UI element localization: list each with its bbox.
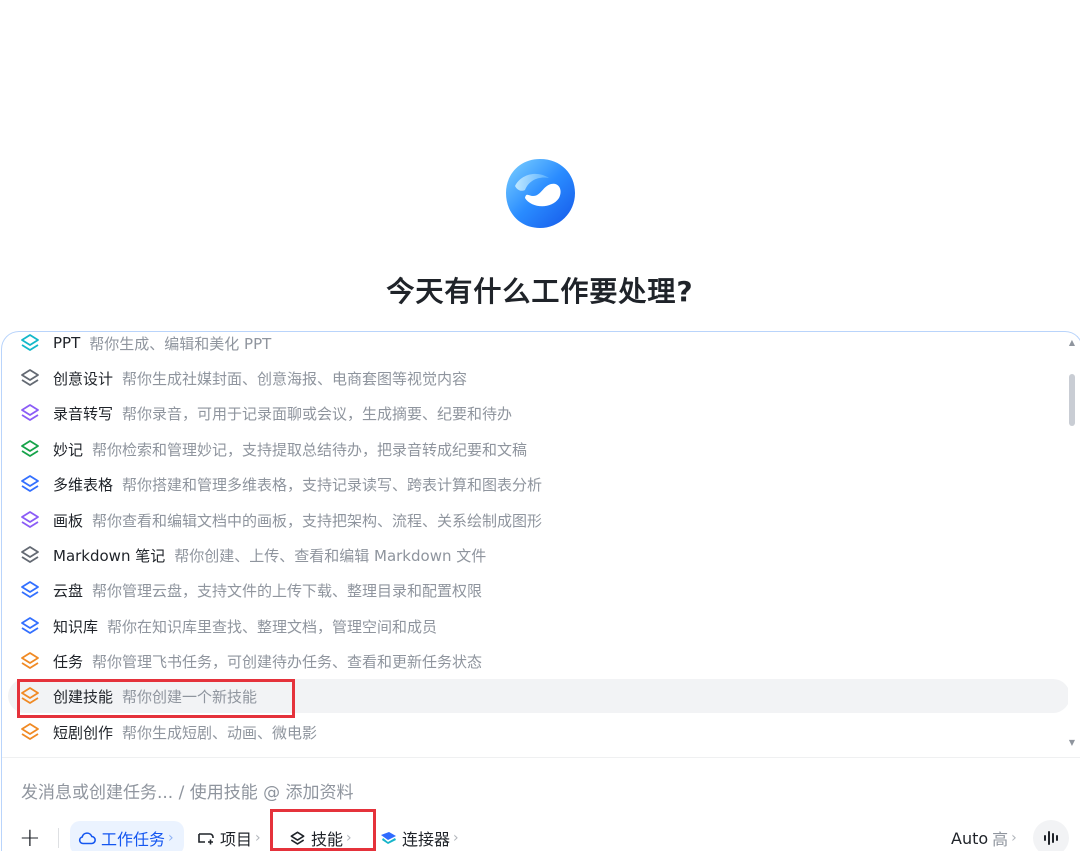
skill-item[interactable]: Markdown 笔记 帮你创建、上传、查看和编辑 Markdown 文件 — [8, 538, 1068, 572]
plus-icon[interactable]: + — [19, 820, 41, 851]
work-task-button[interactable]: 工作任务 › — [70, 821, 184, 851]
skill-item[interactable]: 妙记 帮你检索和管理妙记，支持提取总结待办，把录音转成纪要和文稿 — [8, 432, 1068, 466]
scrollbar[interactable]: ▲ ▼ — [1067, 332, 1077, 757]
skill-name: 知识库 — [53, 617, 99, 636]
layers-icon — [19, 402, 41, 424]
project-button[interactable]: 项目 › — [197, 820, 261, 851]
layers-icon — [19, 721, 41, 743]
layers-icon — [19, 438, 41, 460]
layers-icon — [19, 544, 41, 566]
chevron-right-icon: › — [453, 830, 459, 846]
work-task-label: 工作任务 — [101, 830, 166, 849]
app-logo — [506, 159, 575, 228]
divider — [2, 757, 1080, 758]
cloud-icon — [78, 832, 96, 845]
connector-icon — [381, 832, 396, 844]
scroll-thumb[interactable] — [1069, 374, 1075, 426]
project-label: 项目 — [220, 830, 253, 849]
skill-description: 帮你在知识库里查找、整理文档，管理空间和成员 — [107, 617, 438, 636]
level-label: 高 — [992, 830, 1009, 849]
chevron-right-icon: › — [1011, 830, 1017, 846]
skill-description: 帮你管理飞书任务，可创建待办任务、查看和更新任务状态 — [92, 652, 483, 671]
connector-button[interactable]: 连接器 › — [380, 820, 459, 851]
input-toolbar: + 工作任务 › 项目 › 技能 › 连接器 › Auto 高 › — [2, 820, 1080, 851]
skill-name: 短剧创作 — [53, 723, 114, 742]
skill-description: 帮你录音，可用于记录面聊或会议，生成摘要、纪要和待办 — [122, 404, 513, 423]
model-mode-selector[interactable]: Auto 高 › — [951, 820, 1017, 851]
voice-wave-icon — [1044, 831, 1058, 845]
skill-name: 云盘 — [53, 581, 84, 600]
skill-item[interactable]: 多维表格 帮你搭建和管理多维表格，支持记录读写、跨表计算和图表分析 — [8, 467, 1068, 501]
skill-description: 帮你生成、编辑和美化 PPT — [89, 334, 272, 353]
layers-icon — [19, 332, 41, 354]
project-icon — [198, 833, 214, 845]
voice-button[interactable] — [1033, 820, 1069, 851]
connector-label: 连接器 — [402, 830, 451, 849]
skill-picker-panel: PPT 帮你生成、编辑和美化 PPT 创意设计 帮你生成社媒封面、创意海报、电商套图等… — [1, 331, 1080, 851]
message-input[interactable]: 发消息或创建任务... / 使用技能 @ 添加资料 — [21, 778, 354, 803]
skill-item[interactable]: 画板 帮你查看和编辑文档中的画板，支持把架构、流程、关系绘制成图形 — [8, 503, 1068, 537]
toolbar-divider — [58, 828, 59, 848]
chevron-right-icon: › — [168, 830, 174, 846]
mode-label: Auto — [951, 828, 989, 848]
page-title: 今天有什么工作要处理? — [386, 275, 694, 308]
highlight-box-create-skill — [17, 679, 295, 718]
skill-item[interactable]: PPT 帮你生成、编辑和美化 PPT — [8, 332, 1068, 360]
skill-item[interactable]: 短剧创作 帮你生成短剧、动画、微电影 — [8, 715, 1068, 749]
scroll-down-icon[interactable]: ▼ — [1069, 738, 1075, 747]
skill-name: PPT — [53, 334, 81, 352]
skill-item[interactable]: 录音转写 帮你录音，可用于记录面聊或会议，生成摘要、纪要和待办 — [8, 396, 1068, 430]
skill-description: 帮你检索和管理妙记，支持提取总结待办，把录音转成纪要和文稿 — [92, 440, 528, 459]
layers-icon — [19, 367, 41, 389]
layers-icon — [19, 650, 41, 672]
skill-item[interactable]: 云盘 帮你管理云盘，支持文件的上传下载、整理目录和配置权限 — [8, 573, 1068, 607]
skill-item[interactable]: 知识库 帮你在知识库里查找、整理文档，管理空间和成员 — [8, 609, 1068, 643]
layers-icon — [19, 509, 41, 531]
highlight-box-skills-button — [270, 809, 376, 851]
skill-description: 帮你管理云盘，支持文件的上传下载、整理目录和配置权限 — [92, 581, 483, 600]
skill-name: 录音转写 — [53, 404, 114, 423]
skill-description: 帮你生成短剧、动画、微电影 — [122, 723, 318, 742]
skill-name: Markdown 笔记 — [53, 546, 166, 565]
skill-name: 任务 — [53, 652, 84, 671]
skill-description: 帮你查看和编辑文档中的画板，支持把架构、流程、关系绘制成图形 — [92, 511, 543, 530]
layers-icon — [19, 615, 41, 637]
skill-name: 画板 — [53, 511, 84, 530]
skill-item[interactable]: 任务 帮你管理飞书任务，可创建待办任务、查看和更新任务状态 — [8, 644, 1068, 678]
skill-item[interactable]: 创意设计 帮你生成社媒封面、创意海报、电商套图等视觉内容 — [8, 361, 1068, 395]
skill-description: 帮你搭建和管理多维表格，支持记录读写、跨表计算和图表分析 — [122, 475, 543, 494]
layers-icon — [19, 473, 41, 495]
skill-description: 帮你生成社媒封面、创意海报、电商套图等视觉内容 — [122, 369, 468, 388]
scroll-up-icon[interactable]: ▲ — [1069, 338, 1075, 347]
skill-name: 创意设计 — [53, 369, 114, 388]
chevron-right-icon: › — [255, 830, 261, 846]
skill-description: 帮你创建、上传、查看和编辑 Markdown 文件 — [174, 546, 487, 565]
layers-icon — [19, 579, 41, 601]
skill-name: 妙记 — [53, 440, 84, 459]
skill-name: 多维表格 — [53, 475, 114, 494]
